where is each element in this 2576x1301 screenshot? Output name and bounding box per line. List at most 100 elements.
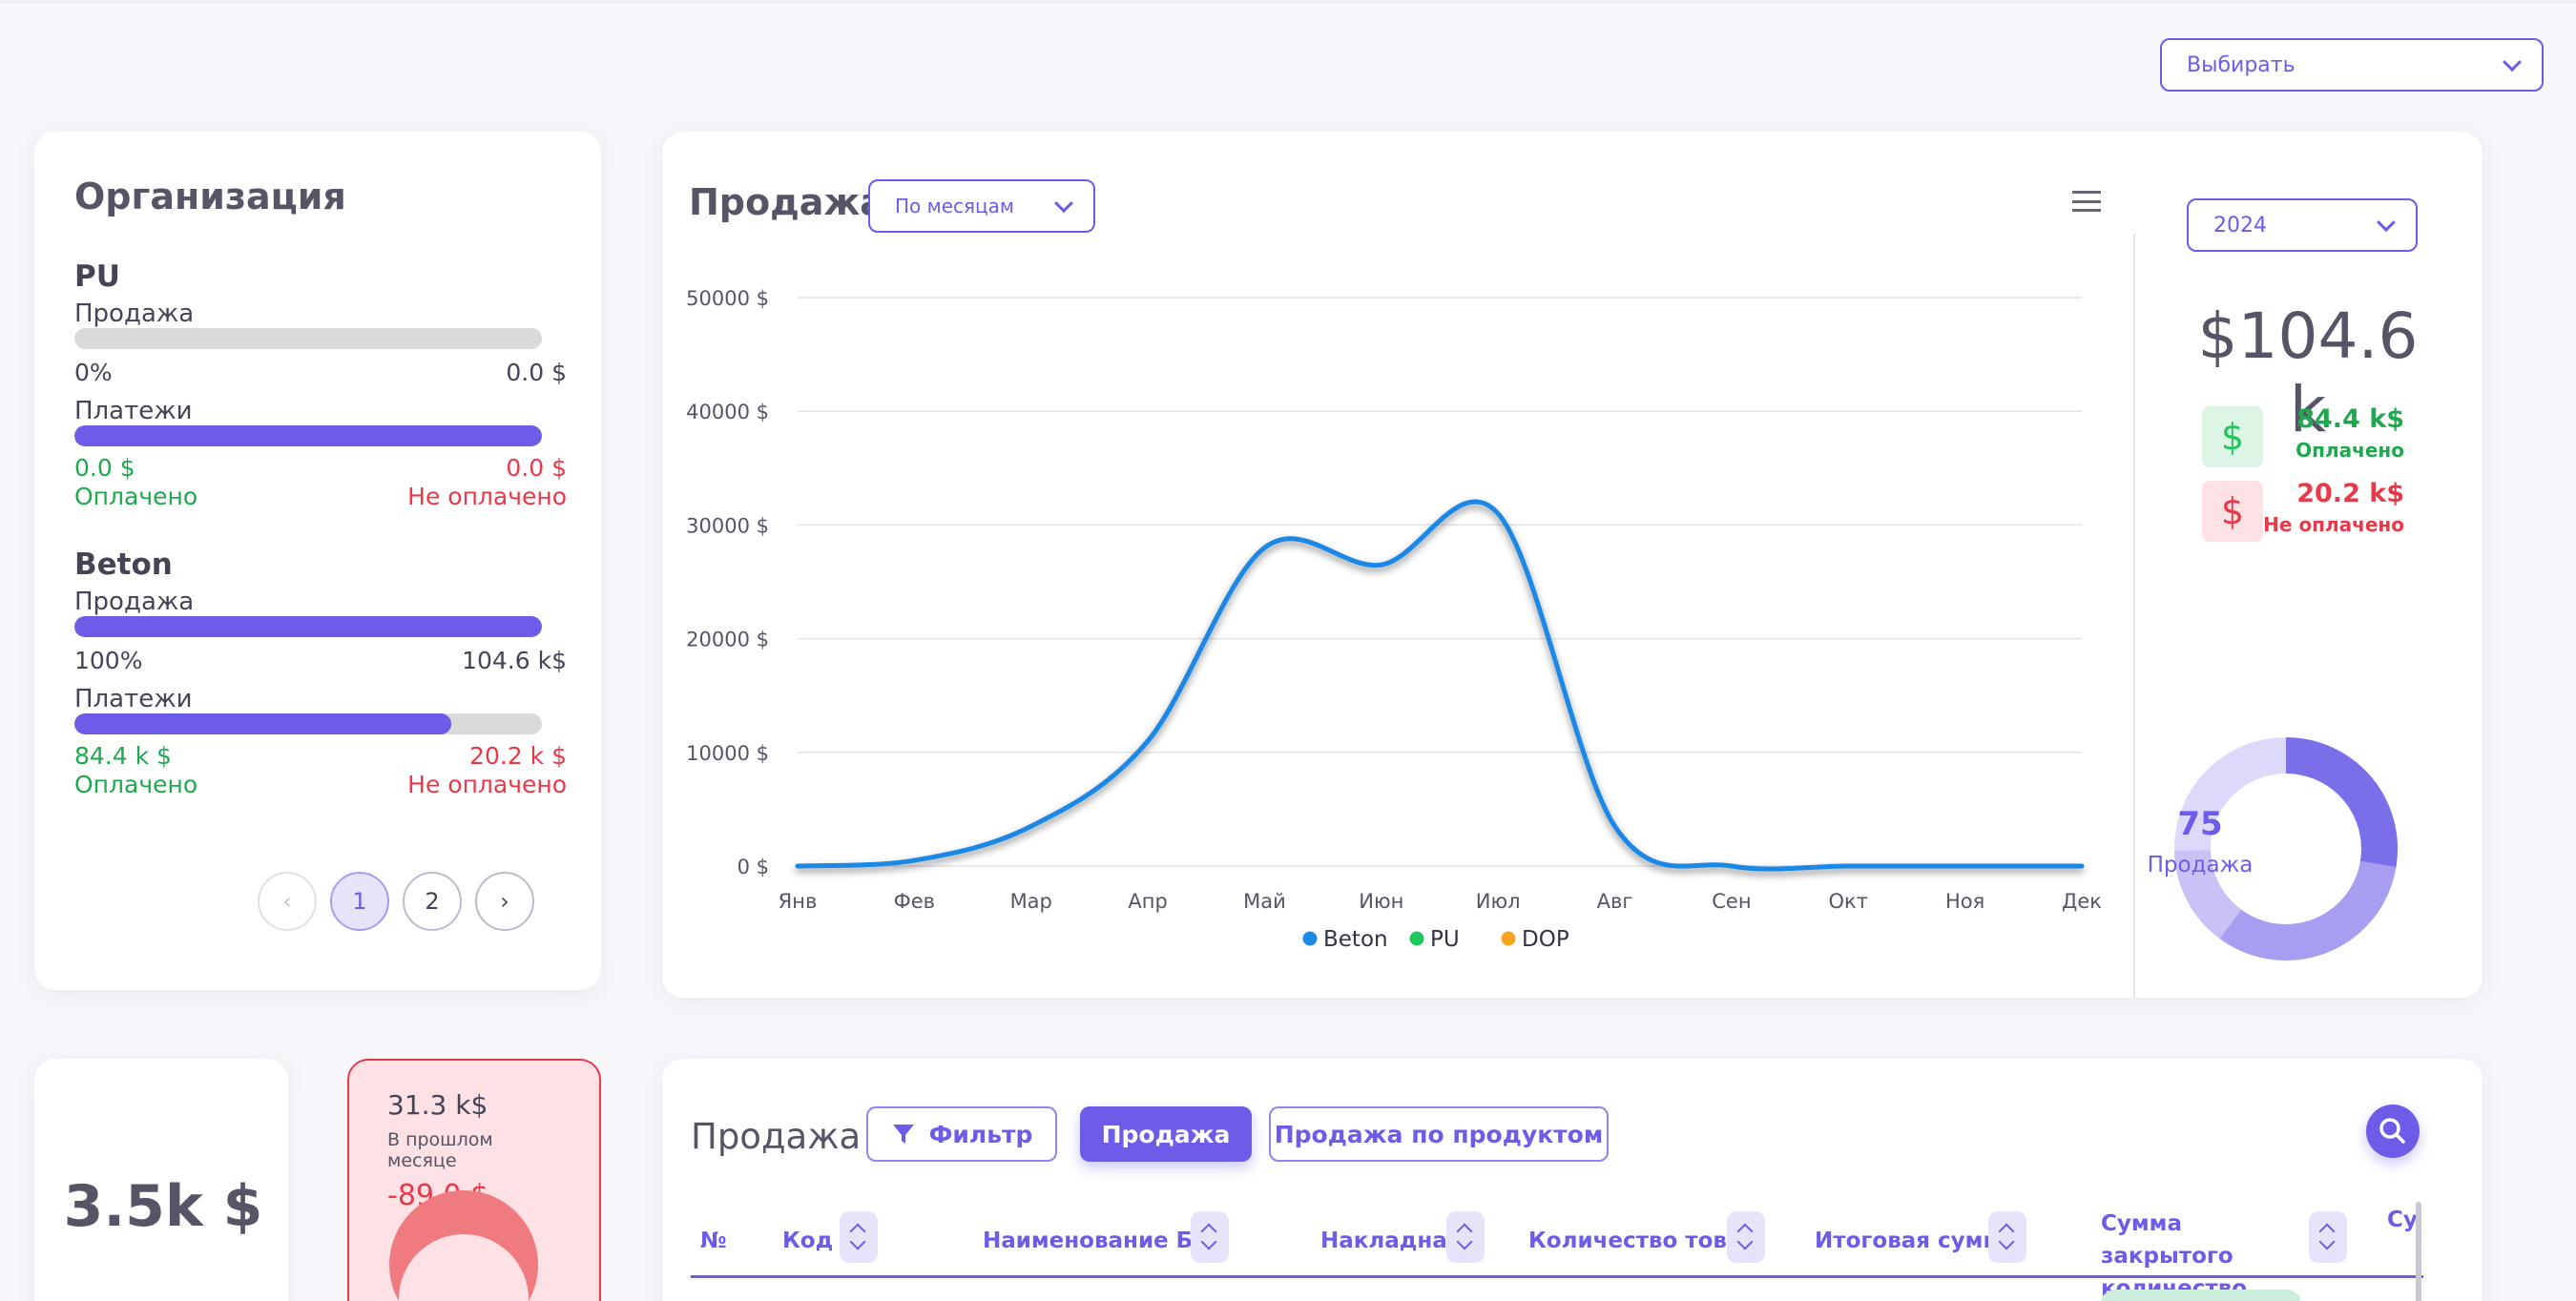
sort-invoice-icon[interactable]: [1446, 1211, 1485, 1263]
sale-percent: 100%: [74, 647, 143, 674]
payments-progress-fill: [74, 425, 542, 446]
sort-bp-name-icon[interactable]: [1191, 1211, 1229, 1263]
last-month-value: 31.3 k$: [387, 1089, 488, 1121]
pagination-next-button[interactable]: ›: [475, 872, 534, 931]
chevron-down-icon: [2503, 52, 2522, 72]
x-tick-label: Мар: [1010, 890, 1052, 913]
org-group-name: Beton: [74, 547, 173, 582]
sale-amount: 104.6 k$: [462, 647, 567, 674]
sales-donut-chart: [2174, 737, 2398, 960]
table-scrollbar[interactable]: [2416, 1202, 2421, 1301]
organization-select[interactable]: Выбирать: [2160, 38, 2544, 92]
x-tick-label: Янв: [779, 890, 818, 913]
paid-label: Оплачено: [74, 483, 198, 510]
y-tick-label: 50000 $: [686, 287, 769, 310]
sales-chart-card: Продажа По месяцам 0 $10000 $20000 $3000…: [662, 132, 2483, 998]
organization-title: Организация: [74, 176, 346, 217]
paid-summary: 84.4 k$ Оплачено: [2217, 404, 2404, 471]
donut-value: 75: [2177, 805, 2223, 843]
paid-label: Оплачено: [74, 771, 198, 798]
year-select[interactable]: 2024: [2187, 198, 2418, 252]
sale-percent: 0%: [74, 359, 113, 386]
sale-label: Продажа: [74, 299, 195, 328]
donut-label: Продажа: [2147, 853, 2254, 878]
x-tick-label: Сен: [1712, 890, 1751, 913]
sales-table-card: Продажа Фильтр Продажа Продажа по продук…: [662, 1059, 2483, 1301]
filter-button[interactable]: Фильтр: [866, 1106, 1057, 1162]
tab-sales[interactable]: Продажа: [1080, 1106, 1252, 1162]
sale-progress-bar: [74, 616, 542, 637]
paid-amount: 84.4 k $: [74, 742, 172, 770]
sort-closed-amount-icon[interactable]: [2309, 1211, 2347, 1263]
unpaid-amount: 20.2 k $: [469, 742, 567, 770]
column-header-total[interactable]: Итоговая сумма: [1815, 1229, 2016, 1253]
payments-progress-bar: [74, 713, 542, 734]
x-tick-label: Апр: [1128, 890, 1167, 913]
sale-label: Продажа: [74, 588, 195, 616]
search-button[interactable]: [2366, 1105, 2420, 1158]
sale-progress-bar: [74, 328, 542, 349]
organization-card: Организация PU Продажа 0% 0.0 $ Платежи …: [34, 132, 601, 990]
legend-label: PU: [1430, 927, 1460, 952]
vertical-divider: [2133, 235, 2135, 998]
payments-progress-fill: [74, 713, 452, 734]
table-title: Продажа: [691, 1116, 862, 1157]
org-group-name: PU: [74, 259, 120, 294]
last-month-label: В прошлом месяце: [387, 1129, 493, 1171]
sort-code-icon[interactable]: [840, 1211, 878, 1263]
unpaid-amount: 0.0 $: [506, 454, 567, 482]
table-row-status-badge: [2101, 1290, 2301, 1301]
table-header: № Код Наименование БП Накладная Количест…: [691, 1202, 2423, 1301]
x-tick-label: Ноя: [1945, 890, 1984, 913]
sort-total-icon[interactable]: [1988, 1211, 2026, 1263]
unpaid-label: Не оплачено: [407, 483, 567, 510]
pagination-prev-button[interactable]: ‹: [258, 872, 317, 931]
legend-marker: [1501, 931, 1516, 946]
sale-progress-fill: [74, 616, 542, 637]
x-tick-label: Май: [1243, 890, 1286, 913]
chevron-down-icon: [2377, 213, 2396, 233]
legend-label: DOP: [1522, 927, 1569, 952]
paid-summary-label: Оплачено: [2296, 439, 2404, 462]
legend-label: Beton: [1323, 927, 1388, 952]
unpaid-summary-label: Не оплачено: [2263, 513, 2404, 536]
last-month-card: 31.3 k$ В прошлом месяце -89.0 $: [347, 1059, 601, 1301]
unpaid-summary-value: 20.2 k$: [2296, 479, 2404, 508]
column-header-closed-amount[interactable]: Сумма закрытого количество: [2101, 1208, 2301, 1301]
sort-quantity-icon[interactable]: [1727, 1211, 1765, 1263]
filter-icon: [892, 1125, 914, 1144]
year-select-value: 2024: [2213, 213, 2267, 237]
search-icon: [2379, 1118, 2405, 1144]
x-tick-label: Окт: [1829, 890, 1868, 913]
series-line-beton: [795, 499, 2085, 872]
organization-select-value: Выбирать: [2187, 52, 2296, 77]
y-tick-label: 30000 $: [686, 514, 769, 537]
tab-sales-by-product[interactable]: Продажа по продуктом: [1269, 1106, 1609, 1162]
x-tick-label: Фев: [894, 890, 935, 913]
kpi-card: 3.5k $: [34, 1059, 288, 1301]
x-tick-label: Авг: [1597, 890, 1633, 913]
paid-amount: 0.0 $: [74, 454, 135, 482]
payments-label: Платежи: [74, 397, 193, 425]
filter-button-label: Фильтр: [928, 1120, 1033, 1148]
paid-summary-value: 84.4 k$: [2296, 404, 2404, 434]
y-tick-label: 10000 $: [686, 742, 769, 765]
column-header-number[interactable]: №: [700, 1229, 727, 1253]
column-header-bp-name[interactable]: Наименование БП: [983, 1229, 1211, 1253]
top-strip: [0, 0, 2576, 4]
sales-line-chart: 0 $ 10000 $ 20000 $ 30000 $ 40000 $ 50000 $ Ян…: [686, 287, 2102, 952]
column-header-code[interactable]: Код: [782, 1229, 833, 1253]
x-tick-label: Июн: [1359, 890, 1403, 913]
legend-marker: [1302, 931, 1318, 946]
y-tick-label: 40000 $: [686, 401, 769, 423]
column-header-invoice[interactable]: Накладная: [1320, 1229, 1462, 1253]
pagination-page-2[interactable]: 2: [403, 872, 462, 931]
legend-marker: [1409, 931, 1424, 946]
unpaid-label: Не оплачено: [407, 771, 567, 798]
kpi-value: 3.5k $: [63, 1173, 263, 1240]
x-tick-label: Дек: [2062, 890, 2102, 913]
pagination-page-1[interactable]: 1: [330, 872, 389, 931]
y-tick-label: 0 $: [737, 856, 769, 878]
payments-progress-bar: [74, 425, 542, 446]
y-tick-label: 20000 $: [686, 629, 769, 651]
